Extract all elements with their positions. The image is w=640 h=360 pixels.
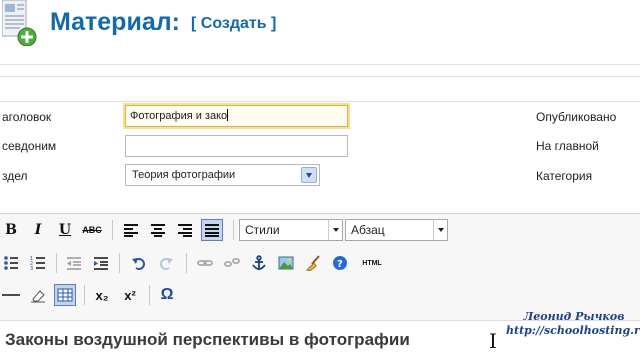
svg-text:3: 3 <box>30 266 33 271</box>
frontpage-label: На главной <box>536 139 599 153</box>
toolbar-row-1: B I U ABC Стили Абзац <box>0 219 640 247</box>
title-input[interactable]: Фотография и зако <box>125 105 348 127</box>
indent-button[interactable] <box>90 252 112 274</box>
text-caret <box>227 109 229 121</box>
subscript-icon: x₂ <box>95 287 109 303</box>
superscript-button[interactable]: x² <box>119 284 141 306</box>
redo-icon <box>160 258 173 270</box>
omega-icon: Ω <box>160 286 174 303</box>
italic-button[interactable]: I <box>27 219 49 241</box>
title-input-value: Фотография и зако <box>130 110 228 122</box>
table-icon <box>57 288 73 302</box>
align-center-icon <box>151 224 165 237</box>
section-select-value: Теория фотографии <box>132 169 236 181</box>
section-select[interactable]: Теория фотографии <box>125 164 320 186</box>
unlink-button[interactable] <box>221 252 243 274</box>
anchor-button[interactable] <box>248 252 270 274</box>
anchor-icon <box>252 255 266 270</box>
cleanup-button[interactable] <box>302 252 324 274</box>
chevron-down-icon[interactable] <box>328 220 342 240</box>
align-right-icon <box>178 224 192 237</box>
format-dropdown[interactable]: Абзац <box>345 219 448 241</box>
section-label: здел <box>2 169 28 183</box>
toolbar-separator <box>84 285 85 305</box>
eraser-icon <box>31 290 45 303</box>
indent-icon <box>94 257 108 270</box>
italic-icon: I <box>34 222 42 238</box>
help-icon: ? <box>333 256 347 270</box>
unlink-icon <box>224 258 240 267</box>
toolbar-separator <box>119 253 120 273</box>
outdent-icon <box>67 257 81 270</box>
editor-text: Законы воздушной перспективы в фотографи… <box>5 330 410 349</box>
html-source-button[interactable]: HTML <box>358 252 386 274</box>
category-label: Категория <box>536 169 593 183</box>
help-button[interactable]: ? <box>329 252 351 274</box>
horizontal-rule-icon <box>2 294 20 296</box>
toolbar-separator <box>112 220 113 240</box>
align-left-button[interactable] <box>120 219 142 241</box>
align-right-button[interactable] <box>174 219 196 241</box>
outdent-button[interactable] <box>63 252 85 274</box>
image-icon <box>278 256 294 270</box>
bold-icon: B <box>5 222 17 238</box>
published-label: Опубликовано <box>536 110 617 124</box>
divider <box>0 101 640 102</box>
toolbar-separator <box>186 253 187 273</box>
numbered-list-button[interactable]: 123 <box>27 252 49 274</box>
underline-icon: U <box>58 222 72 238</box>
bold-button[interactable]: B <box>0 219 22 241</box>
align-justify-icon <box>205 224 219 237</box>
align-left-icon <box>124 224 138 237</box>
toolbar-row-2: 123 ? HTML <box>0 252 640 280</box>
strikethrough-button[interactable]: ABC <box>81 219 103 241</box>
superscript-icon: x² <box>124 287 136 303</box>
toolbar-row-3: x₂ x² Ω <box>0 284 640 312</box>
horizontal-rule-button[interactable] <box>0 284 22 306</box>
toolbar-separator <box>233 220 234 240</box>
redo-button[interactable] <box>155 252 177 274</box>
format-dropdown-value: Абзац <box>351 223 385 237</box>
bullet-list-button[interactable] <box>0 252 22 274</box>
styles-dropdown[interactable]: Стили <box>239 219 343 241</box>
toolbar-separator <box>149 285 150 305</box>
undo-icon <box>132 258 145 270</box>
toolbar-separator <box>56 253 57 273</box>
alias-input[interactable] <box>125 135 348 157</box>
align-center-button[interactable] <box>147 219 169 241</box>
image-button[interactable] <box>275 252 297 274</box>
watermark-url: http://schoolhosting.ru <box>506 324 640 337</box>
chevron-down-icon[interactable] <box>433 220 447 240</box>
title-label: аголовок <box>2 110 52 124</box>
watermark-author: Леонид Рычков <box>523 310 625 323</box>
divider <box>0 64 640 65</box>
align-justify-button[interactable] <box>201 219 223 241</box>
strikethrough-icon: ABC <box>82 225 102 235</box>
alias-label: севдоним <box>2 139 57 153</box>
link-icon <box>197 260 213 266</box>
numbered-list-icon: 123 <box>30 256 45 271</box>
remove-format-button[interactable] <box>27 284 49 306</box>
divider <box>0 76 640 77</box>
underline-button[interactable]: U <box>54 219 76 241</box>
page-title: Материал: <box>50 8 180 36</box>
page-subtitle: [ Создать ] <box>191 15 277 32</box>
styles-dropdown-value: Стили <box>245 223 280 237</box>
table-button[interactable] <box>54 284 76 306</box>
html-icon: HTML <box>362 259 382 267</box>
subscript-button[interactable]: x₂ <box>91 284 113 306</box>
broom-icon <box>306 255 320 271</box>
special-char-button[interactable]: Ω <box>156 284 178 306</box>
svg-text:?: ? <box>337 259 343 270</box>
bullet-list-icon <box>4 256 18 270</box>
undo-button[interactable] <box>128 252 150 274</box>
text-cursor-icon: I <box>489 329 497 353</box>
chevron-down-icon[interactable] <box>301 167 317 183</box>
article-add-icon <box>1 0 38 47</box>
link-button[interactable] <box>194 252 216 274</box>
